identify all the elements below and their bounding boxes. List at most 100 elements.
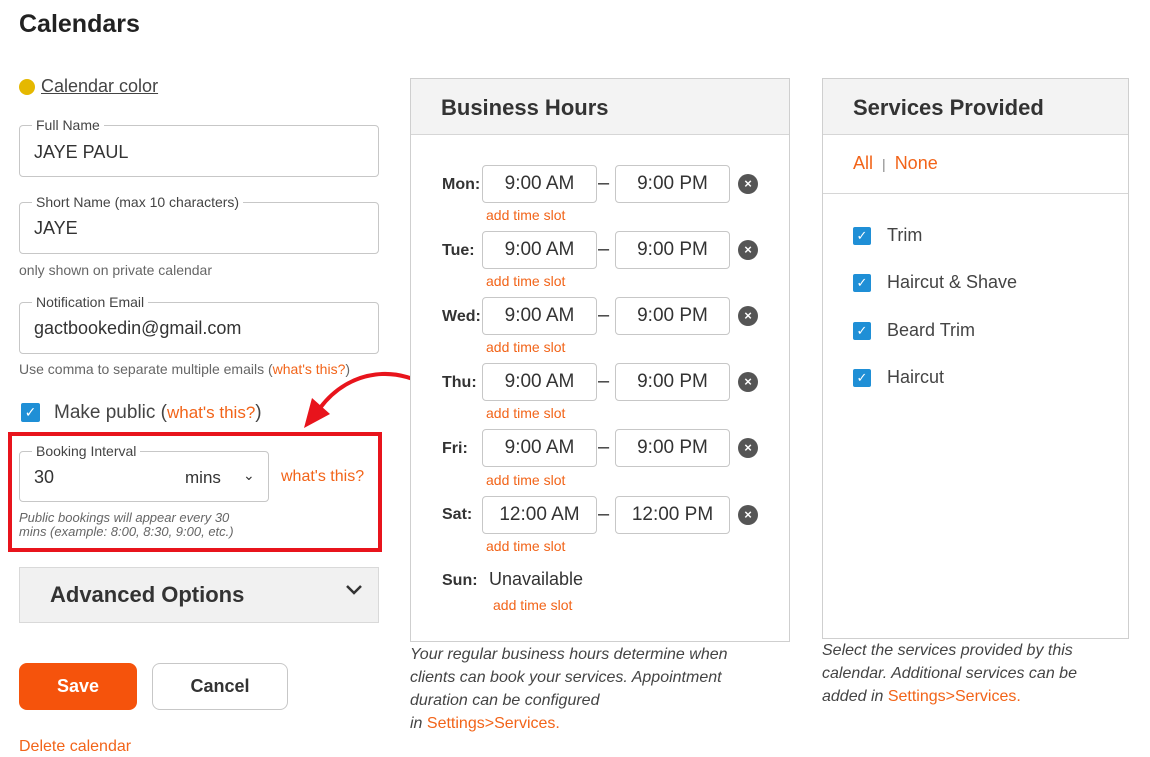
sunday-status: Unavailable — [489, 569, 584, 589]
select-separator: | — [882, 156, 886, 172]
time-separator: – — [598, 503, 610, 525]
time-start-wed[interactable]: 9:00 AM — [482, 297, 597, 335]
short-name-hint: only shown on private calendar — [19, 262, 213, 278]
add-time-slot-link[interactable]: add time slot — [486, 207, 565, 223]
select-none-link[interactable]: None — [895, 153, 938, 173]
full-name-legend: Full Name — [32, 117, 104, 133]
day-label-wed: Wed: — [442, 308, 481, 325]
add-time-slot-link[interactable]: add time slot — [486, 339, 565, 355]
services-caption-prefix: added in — [822, 688, 888, 705]
time-end-tue[interactable]: 9:00 PM — [615, 231, 730, 269]
day-label-tue: Tue: — [442, 242, 475, 259]
make-public-text: Make public ( — [54, 402, 167, 423]
services-panel: Services Provided All | None ✓ Trim ✓ Ha… — [822, 78, 1129, 639]
time-start-tue[interactable]: 9:00 AM — [482, 231, 597, 269]
services-caption-line2: calendar. Additional services can be — [822, 665, 1077, 682]
business-hours-caption-line4: in Settings>Services. — [410, 712, 728, 735]
service-label: Haircut & Shave — [887, 272, 1018, 292]
booking-interval-value: 30 — [34, 467, 55, 487]
email-hint-text: Use comma to separate multiple emails ( — [19, 361, 273, 377]
notification-email-legend: Notification Email — [32, 294, 149, 310]
check-icon: ✓ — [853, 321, 871, 340]
short-name-field[interactable]: Short Name (max 10 characters) JAYE — [19, 194, 379, 254]
short-name-value: JAYE — [34, 218, 78, 238]
full-name-value: JAYE PAUL — [34, 142, 129, 162]
day-label-thu: Thu: — [442, 374, 477, 391]
booking-interval-unit: mins — [185, 468, 221, 487]
save-button[interactable]: Save — [19, 663, 137, 710]
business-hours-caption-line3: duration can be configured — [410, 692, 600, 709]
booking-interval-hint: Public bookings will appear every 30 min… — [19, 511, 234, 539]
remove-slot-icon[interactable]: × — [738, 240, 758, 260]
booking-interval-help-link[interactable]: what's this? — [281, 468, 364, 486]
color-swatch — [19, 78, 35, 95]
remove-slot-icon[interactable]: × — [738, 438, 758, 458]
business-hours-title: Business Hours — [441, 95, 609, 120]
check-icon: ✓ — [853, 226, 871, 245]
add-time-slot-link[interactable]: add time slot — [486, 538, 565, 554]
notification-email-field[interactable]: Notification Email gactbookedin@gmail.co… — [19, 294, 379, 354]
day-label-mon: Mon: — [442, 176, 481, 193]
add-time-slot-link[interactable]: add time slot — [486, 472, 565, 488]
advanced-options-label: Advanced Options — [50, 582, 245, 607]
time-separator: – — [598, 370, 610, 392]
add-time-slot-link[interactable]: add time slot — [493, 597, 572, 613]
service-item[interactable]: ✓ Trim — [853, 225, 922, 246]
time-end-wed[interactable]: 9:00 PM — [615, 297, 730, 335]
remove-slot-icon[interactable]: × — [738, 505, 758, 525]
services-caption: Select the services provided by this cal… — [822, 639, 1077, 708]
short-name-legend: Short Name (max 10 characters) — [32, 194, 244, 210]
service-item[interactable]: ✓ Beard Trim — [853, 320, 975, 341]
add-time-slot-link[interactable]: add time slot — [486, 273, 565, 289]
service-item[interactable]: ✓ Haircut & Shave — [853, 272, 1017, 293]
business-hours-panel: Business Hours Mon: 9:00 AM – 9:00 PM × … — [410, 78, 790, 642]
business-hours-caption-line2: clients can book your services. Appointm… — [410, 669, 722, 686]
day-label-sat: Sat: — [442, 506, 473, 523]
time-start-fri[interactable]: 9:00 AM — [482, 429, 597, 467]
select-all-link[interactable]: All — [853, 153, 873, 173]
page-title: Calendars — [19, 10, 140, 38]
time-separator: – — [598, 436, 610, 458]
make-public-end: ) — [255, 402, 262, 423]
advanced-options-toggle[interactable]: Advanced Options — [19, 567, 379, 623]
full-name-field[interactable]: Full Name JAYE PAUL — [19, 117, 379, 177]
time-end-thu[interactable]: 9:00 PM — [615, 363, 730, 401]
calendar-color-label: Calendar color — [41, 76, 159, 96]
time-start-mon[interactable]: 9:00 AM — [482, 165, 597, 203]
remove-slot-icon[interactable]: × — [738, 372, 758, 392]
delete-calendar-link[interactable]: Delete calendar — [19, 738, 131, 756]
booking-interval-select[interactable]: Booking Interval 30 mins ⌄ — [19, 443, 269, 502]
service-label: Haircut — [887, 367, 945, 387]
booking-interval-legend: Booking Interval — [32, 443, 141, 459]
business-hours-caption-prefix: in — [410, 715, 427, 732]
time-end-fri[interactable]: 9:00 PM — [615, 429, 730, 467]
day-label-sun: Sun: — [442, 572, 478, 589]
chevron-down-icon: ⌄ — [243, 467, 255, 483]
time-start-sat[interactable]: 12:00 AM — [482, 496, 597, 534]
make-public-checkbox[interactable]: ✓ — [21, 403, 40, 422]
time-end-mon[interactable]: 9:00 PM — [615, 165, 730, 203]
check-icon: ✓ — [853, 368, 871, 387]
remove-slot-icon[interactable]: × — [738, 174, 758, 194]
time-end-sat[interactable]: 12:00 PM — [615, 496, 730, 534]
business-hours-caption: Your regular business hours determine wh… — [410, 643, 728, 735]
service-label: Trim — [887, 225, 923, 245]
settings-services-link[interactable]: Settings>Services. — [427, 715, 560, 732]
remove-slot-icon[interactable]: × — [738, 306, 758, 326]
divider — [823, 193, 1128, 194]
cancel-button[interactable]: Cancel — [152, 663, 288, 710]
make-public-help-link[interactable]: what's this? — [167, 403, 255, 422]
add-time-slot-link[interactable]: add time slot — [486, 405, 565, 421]
service-label: Beard Trim — [887, 320, 976, 340]
settings-services-link[interactable]: Settings>Services. — [888, 688, 1021, 705]
calendar-color-link[interactable]: Calendar color — [19, 76, 158, 97]
make-public-label: Make public (what's this?) — [54, 402, 262, 424]
select-all-none: All | None — [853, 153, 938, 174]
business-hours-caption-line1: Your regular business hours determine wh… — [410, 646, 728, 663]
booking-interval-hint-line1: Public bookings will appear every 30 — [19, 510, 230, 525]
business-hours-header: Business Hours — [411, 79, 789, 135]
time-start-thu[interactable]: 9:00 AM — [482, 363, 597, 401]
services-header: Services Provided — [823, 79, 1128, 135]
service-item[interactable]: ✓ Haircut — [853, 367, 944, 388]
chevron-down-icon — [346, 585, 362, 595]
